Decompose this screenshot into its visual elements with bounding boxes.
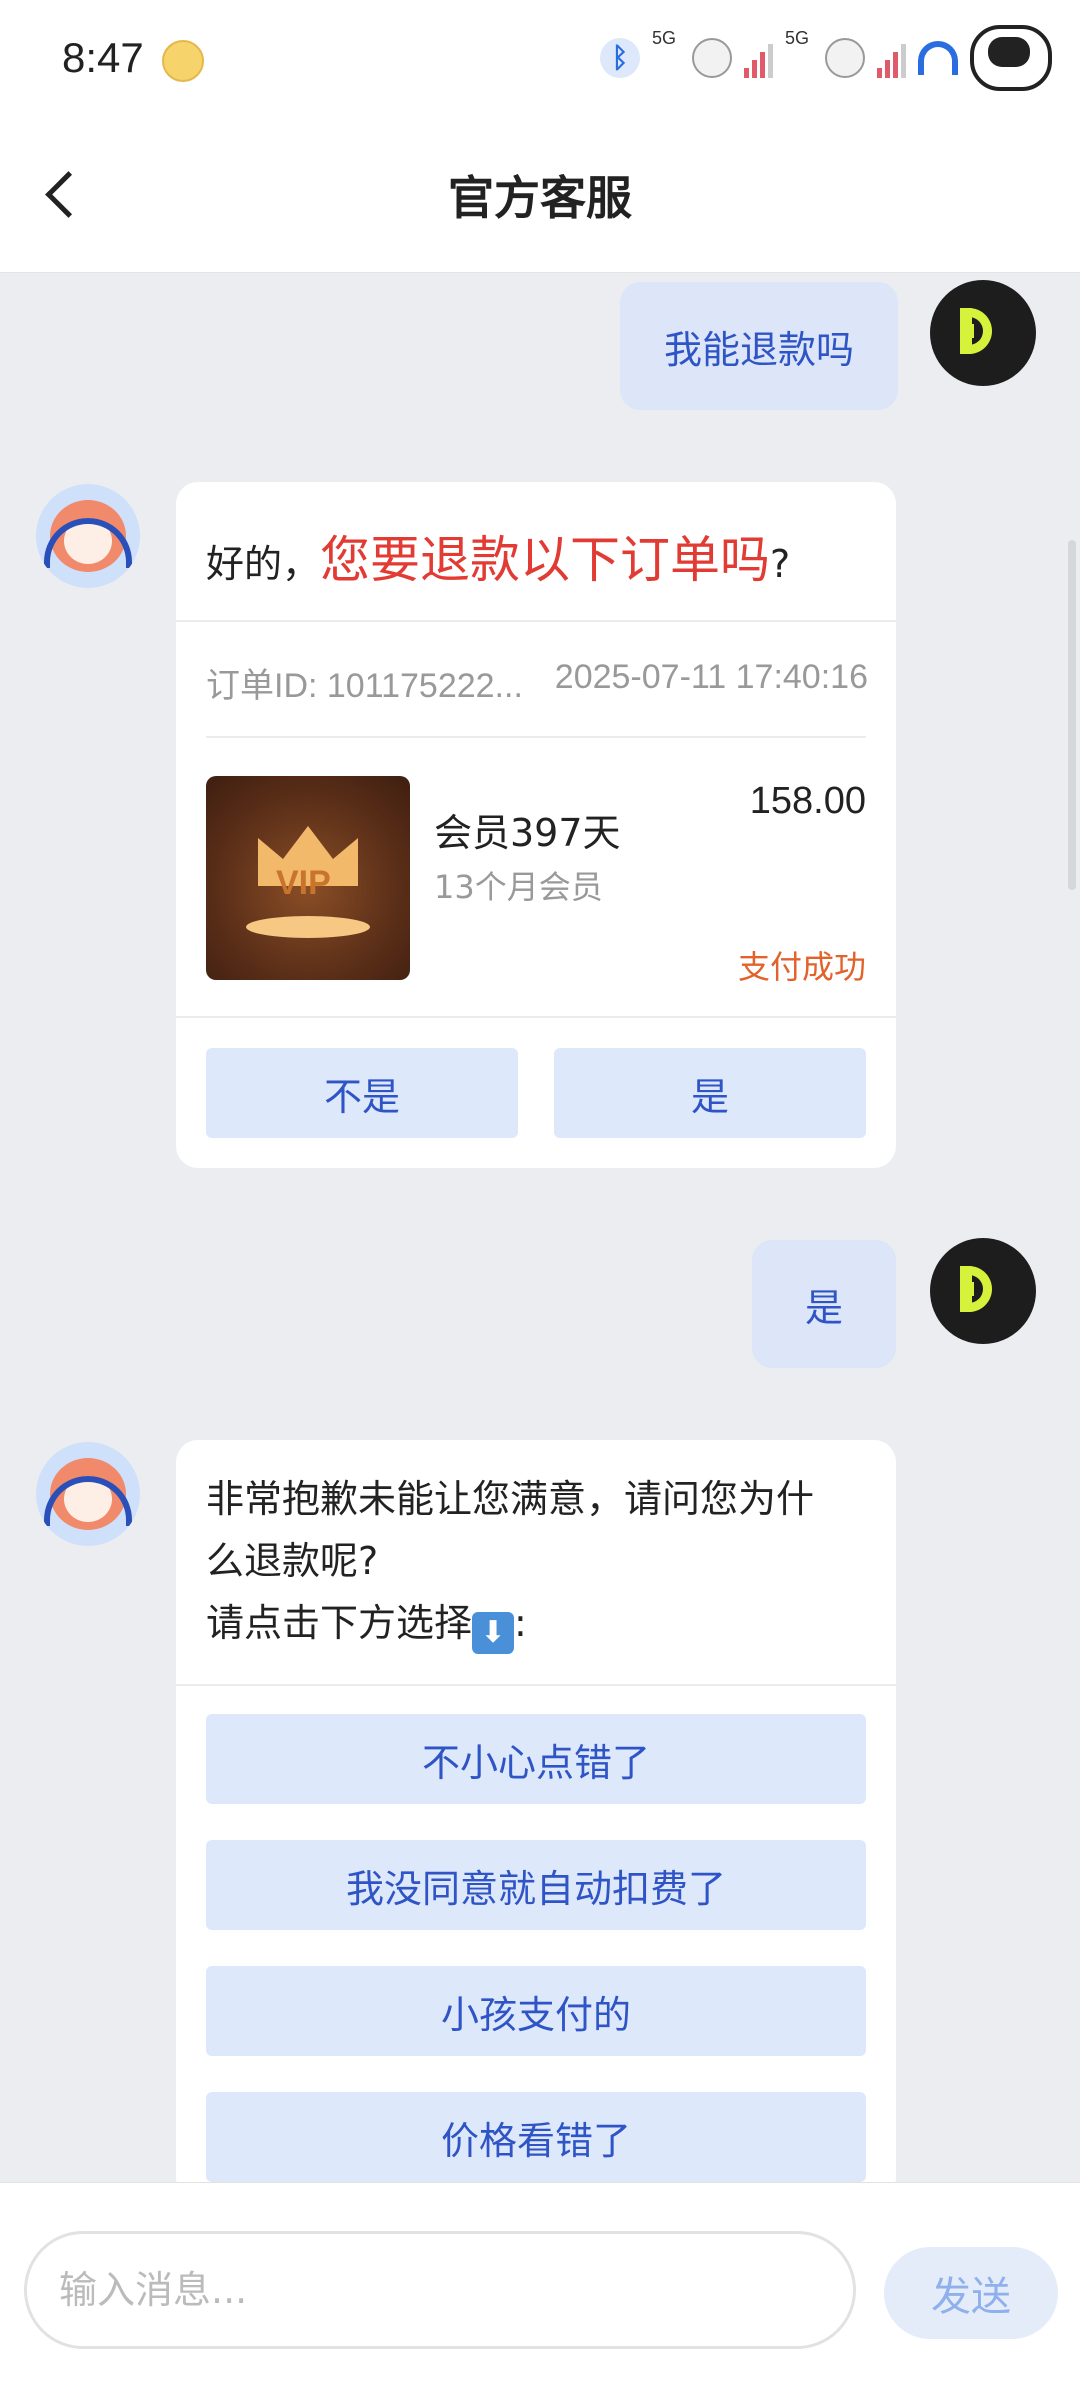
cartoon-avatar-icon <box>970 25 1052 91</box>
vip-label: VIP <box>276 864 331 902</box>
signal-icon <box>743 38 773 78</box>
divider <box>176 1016 896 1018</box>
yes-button[interactable]: 是 <box>554 1048 866 1138</box>
scrollbar[interactable] <box>1068 540 1076 890</box>
question-line: 请点击下方选择 ⬇: <box>206 1592 866 1654</box>
status-time: 8:47 <box>62 34 144 81</box>
question-line: 非常抱歉未能让您满意，请问您为什 <box>206 1477 815 1521</box>
app-header: 官方客服 <box>0 118 1080 273</box>
question-highlight: 您要退款以下订单吗 <box>320 531 771 589</box>
divider <box>176 1684 896 1686</box>
emoji-sticker-icon <box>162 40 204 82</box>
order-question: 好的，您要退款以下订单吗? <box>206 531 791 589</box>
down-arrow-icon: ⬇ <box>472 1612 515 1654</box>
cartoon-sticker-icon <box>825 38 865 78</box>
bot-avatar <box>36 1442 140 1546</box>
order-id: 订单ID: 101175222... <box>206 667 523 705</box>
divider <box>176 620 896 622</box>
message-text: 是 <box>804 1285 843 1330</box>
divider <box>206 736 866 738</box>
user-message-bubble: 是 <box>752 1240 896 1368</box>
no-button[interactable]: 不是 <box>206 1048 518 1138</box>
user-message-bubble: 我能退款吗 <box>620 282 898 410</box>
wifi-icon <box>918 41 958 75</box>
reason-option-child-payment[interactable]: 小孩支付的 <box>206 1966 866 2056</box>
reason-option-misclick[interactable]: 不小心点错了 <box>206 1714 866 1804</box>
pedestal-shape <box>246 916 370 938</box>
bluetooth-icon: ᛒ <box>599 38 640 78</box>
product-name: 会员397天 <box>434 811 621 855</box>
bot-avatar <box>36 484 140 588</box>
user-avatar[interactable] <box>930 1238 1036 1344</box>
vip-product-image: VIP <box>206 776 410 980</box>
reason-option-wrong-price[interactable]: 价格看错了 <box>206 2092 866 2182</box>
status-icons: ᛒ 5G 5G <box>599 25 1052 91</box>
cartoon-sticker-icon <box>691 38 732 78</box>
order-meta: 订单ID: 101175222... 2025-07-11 17:40:16 <box>206 658 868 707</box>
signal-icon <box>877 38 906 78</box>
product-price: 158.00 <box>749 780 866 822</box>
user-avatar[interactable] <box>930 280 1036 386</box>
send-button[interactable]: 发送 <box>884 2247 1058 2339</box>
product-subtitle: 13个月会员 <box>434 868 603 906</box>
network-type-label: 5G <box>784 28 809 48</box>
reason-option-auto-charge[interactable]: 我没同意就自动扣费了 <box>206 1840 866 1930</box>
network-type-label: 5G <box>651 28 676 48</box>
page-title: 官方客服 <box>448 171 632 225</box>
refund-reason-question: 非常抱歉未能让您满意，请问您为什 么退款呢? 请点击下方选择 ⬇: <box>206 1468 866 1654</box>
input-bar: 发送 <box>0 2182 1080 2404</box>
payment-status: 支付成功 <box>737 948 866 986</box>
order-confirm-card: 好的，您要退款以下订单吗? 订单ID: 101175222... 2025-07… <box>176 482 896 1168</box>
status-bar: 8:47 ᛒ 5G 5G <box>0 0 1080 118</box>
order-datetime: 2025-07-11 17:40:16 <box>554 658 868 696</box>
question-line: 么退款呢? <box>206 1539 379 1583</box>
message-input[interactable] <box>24 2231 856 2349</box>
message-text: 我能退款吗 <box>663 327 854 372</box>
refund-reason-card: 非常抱歉未能让您满意，请问您为什 么退款呢? 请点击下方选择 ⬇: 不小心点错了 … <box>176 1440 896 2200</box>
